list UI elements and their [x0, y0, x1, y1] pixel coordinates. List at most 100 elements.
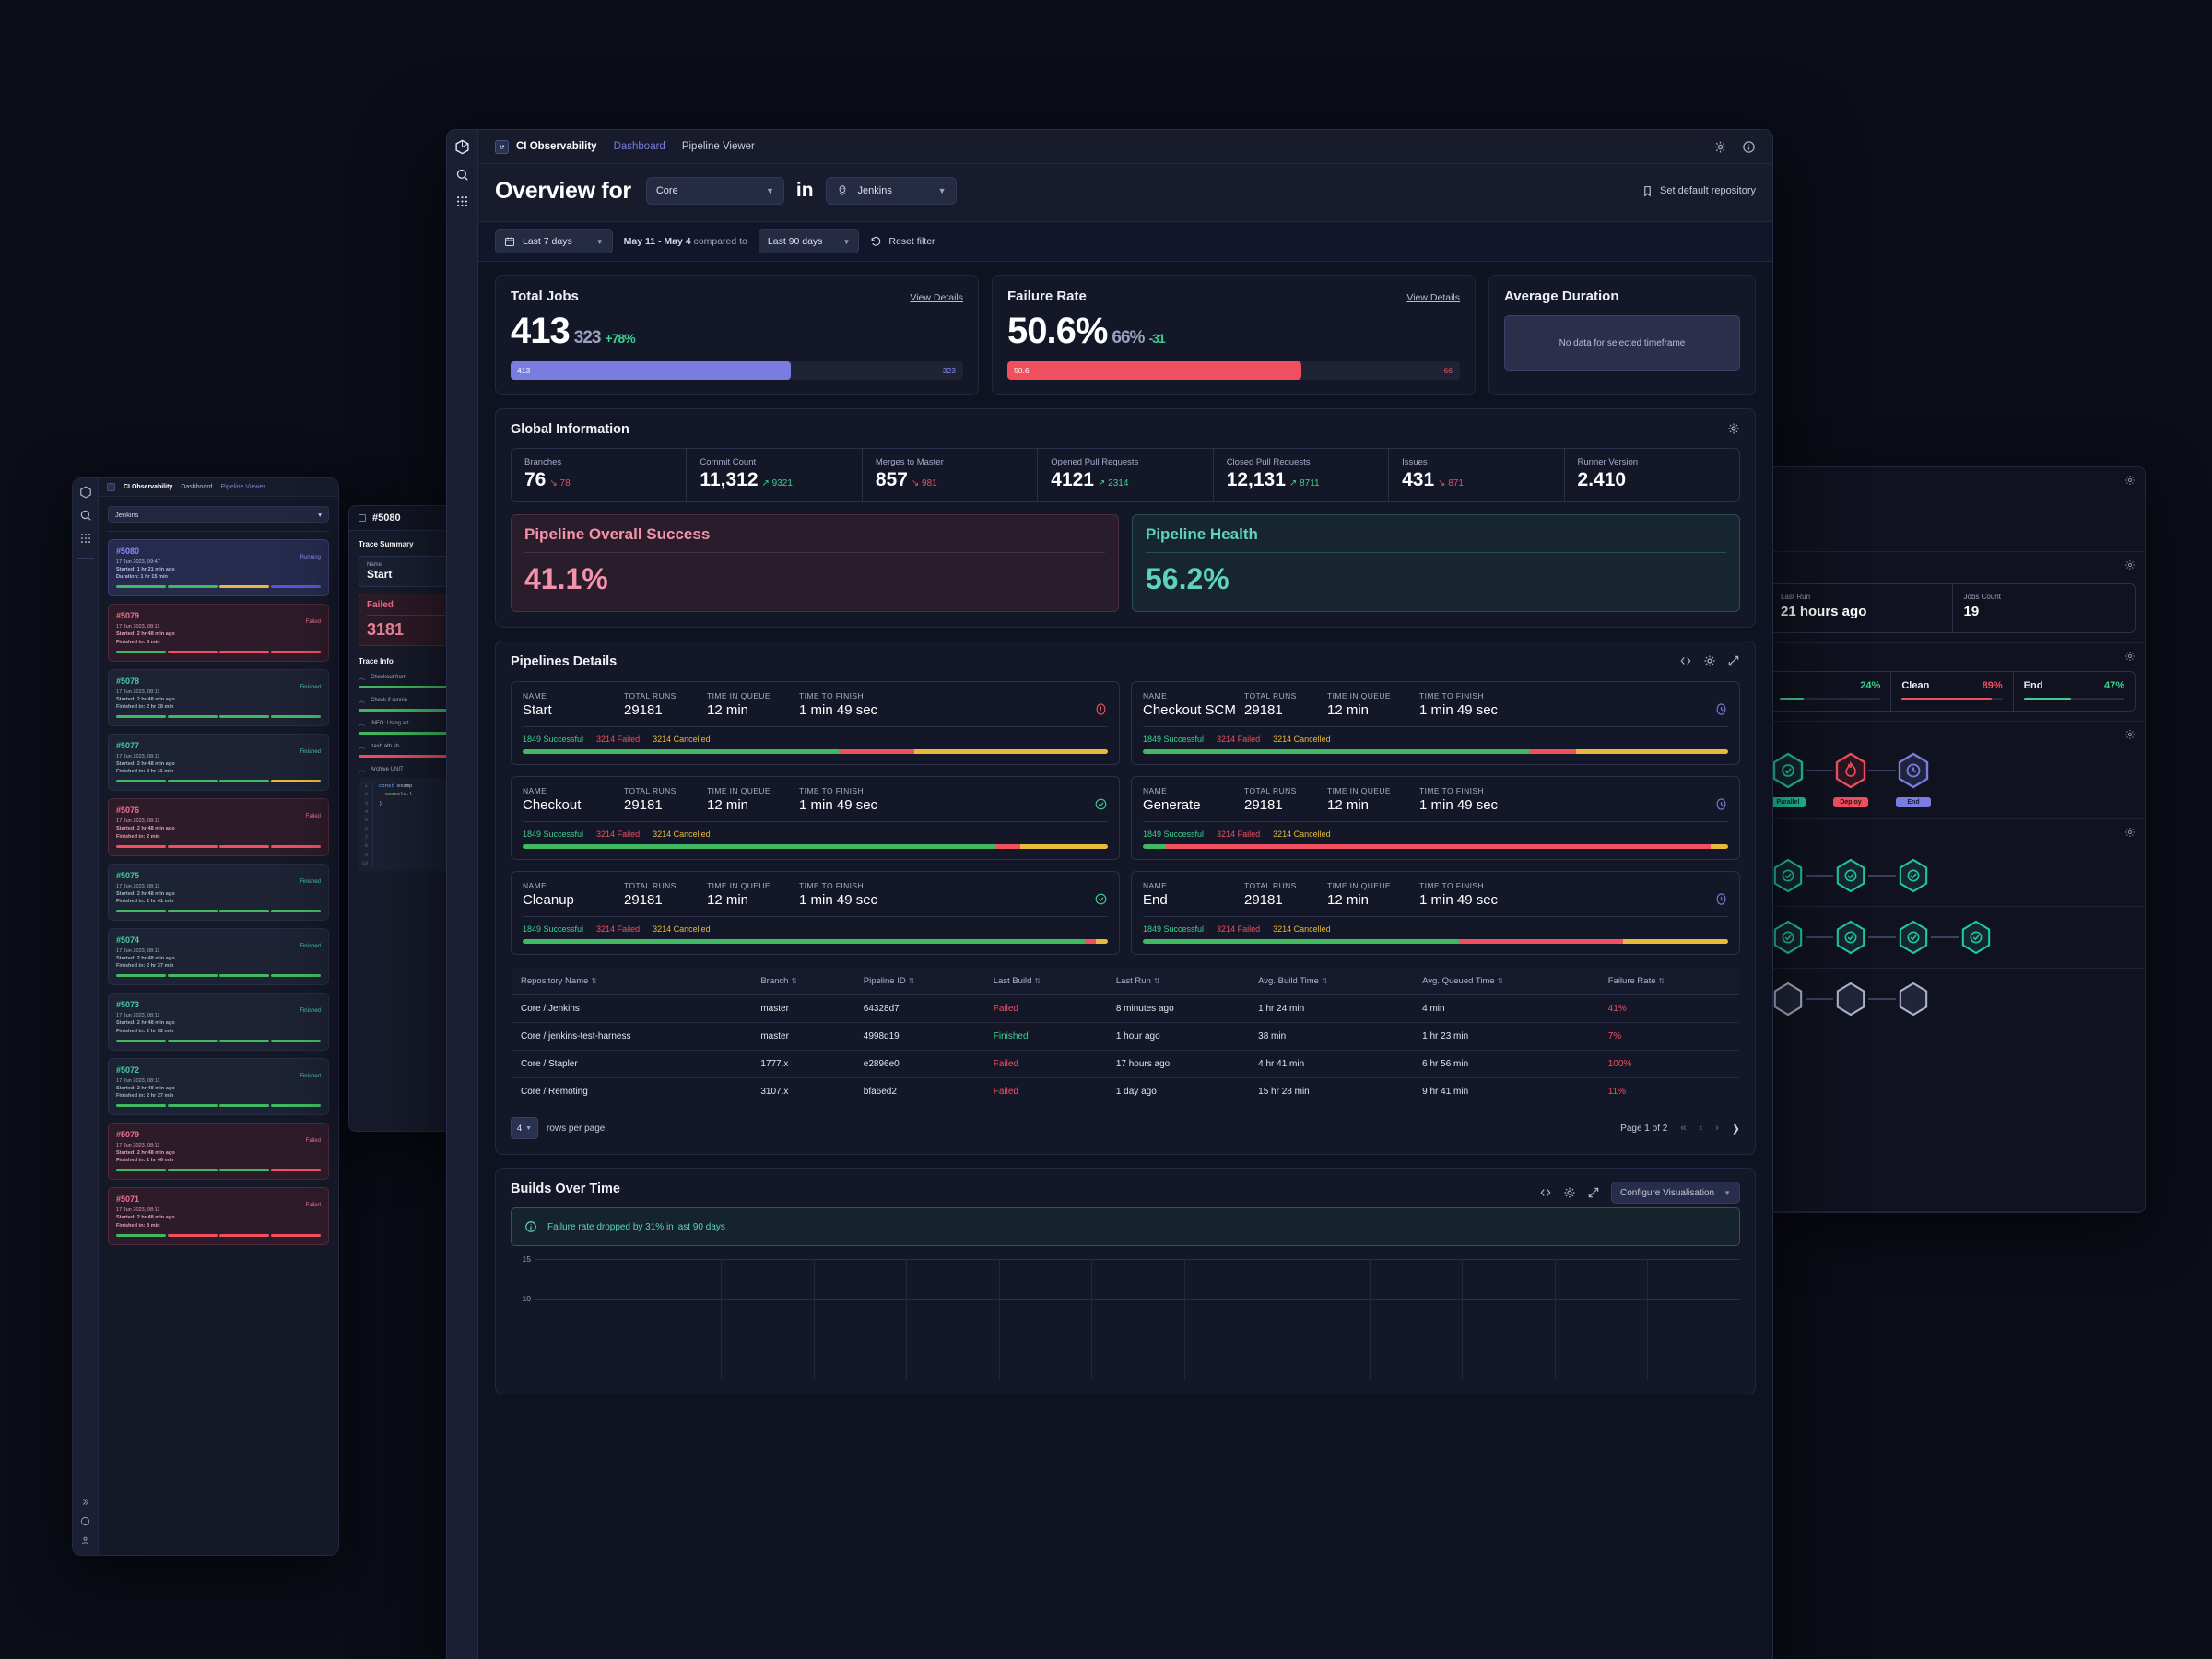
run-card[interactable]: #5075 Finished 17 Jun 2023, 08:11 Started: …	[108, 863, 329, 921]
run-card[interactable]: #5076 Failed 17 Jun 2023, 08:11 Started: 2 …	[108, 798, 329, 856]
graph-node-success-icon[interactable]	[1771, 856, 1806, 895]
gear-icon[interactable]	[2124, 651, 2136, 662]
gear-icon[interactable]	[2124, 475, 2136, 486]
gear-icon[interactable]	[2124, 827, 2136, 838]
run-card[interactable]: #5079 Failed 17 Jun 2023, 08:11 Started: 2 …	[108, 604, 329, 662]
gear-icon[interactable]	[2124, 729, 2136, 740]
compare-range-select[interactable]: Last 90 days ▼	[758, 229, 860, 253]
table-header-cell[interactable]: Last Run ⇅	[1106, 968, 1250, 995]
prev-page-button[interactable]: ‹	[1699, 1123, 1702, 1134]
table-header-cell[interactable]: Avg. Queued Time ⇅	[1413, 968, 1599, 995]
graph-node-pending-icon[interactable]	[1833, 980, 1868, 1018]
project-select[interactable]: Core ▼	[645, 177, 784, 205]
run-card[interactable]: #5073 Finished 17 Jun 2023, 08:11 Started: …	[108, 993, 329, 1051]
gear-icon[interactable]	[1727, 422, 1740, 435]
code-icon[interactable]	[1679, 654, 1692, 667]
account-icon[interactable]	[80, 1535, 90, 1546]
left-nav-pipeline-viewer[interactable]: Pipeline Viewer	[221, 484, 265, 490]
left-nav-dashboard[interactable]: Dashboard	[181, 484, 212, 490]
table-header-cell[interactable]: Avg. Build Time ⇅	[1249, 968, 1414, 995]
right-section-bars: 24% Clean 89% End 47%	[1759, 643, 2145, 722]
table-row[interactable]: Core / Jenkins master 64328d7 Failed 8 minut…	[512, 994, 1739, 1023]
graph-node-success-icon[interactable]	[1896, 856, 1931, 895]
table-row[interactable]: Core / Remoting 3107.x bfa6ed2 Failed 1 day …	[512, 1078, 1739, 1106]
graph-node-pending-icon[interactable]	[1771, 980, 1806, 1018]
app-logo-icon[interactable]	[454, 139, 470, 155]
brand: CI Observability	[495, 139, 597, 154]
graph-node-success-icon[interactable]	[1771, 918, 1806, 957]
table-header-cell[interactable]: Last Build ⇅	[983, 968, 1107, 995]
table-header-cell[interactable]: Pipeline ID ⇅	[853, 968, 984, 995]
collapse-icon[interactable]	[80, 1497, 90, 1507]
right-bar-cell: End 47%	[2014, 672, 2135, 711]
next-page-button[interactable]: ›	[1715, 1123, 1719, 1134]
run-card[interactable]: #5071 Failed 17 Jun 2023, 08:11 Started: 2 …	[108, 1187, 329, 1245]
configure-visualisation-button[interactable]: Configure Visualisation ▼	[1610, 1182, 1740, 1204]
rows-per-page-value: 4	[516, 1123, 523, 1134]
collapse-icon[interactable]	[1587, 1186, 1600, 1199]
table-row[interactable]: Core / Stapler 1777.x e2896e0 Failed 17 hour…	[512, 1050, 1739, 1078]
run-list[interactable]: #5080 Running 17 Jun 2023, 09:47 Started: 1…	[99, 532, 338, 1254]
app-logo-icon[interactable]	[79, 486, 92, 499]
date-range-select[interactable]: Last 7 days ▼	[495, 229, 613, 253]
table-header-cell[interactable]: Repository Name ⇅	[512, 968, 752, 995]
card-divider	[1146, 552, 1726, 553]
graph-node-success-icon[interactable]	[1959, 918, 1994, 957]
graph-node-success-icon[interactable]	[1833, 856, 1868, 895]
trace-run-id: #5080	[372, 512, 401, 524]
run-card[interactable]: #5072 Finished 17 Jun 2023, 08:11 Started: …	[108, 1057, 329, 1115]
nav-pipeline-viewer[interactable]: Pipeline Viewer	[682, 141, 755, 152]
node-deploy-icon[interactable]	[1833, 751, 1868, 790]
run-card[interactable]: #5077 Finished 17 Jun 2023, 08:11 Started: …	[108, 733, 329, 792]
run-id: #5079	[116, 611, 140, 621]
gear-icon[interactable]	[1563, 1186, 1576, 1199]
main-scroll-area[interactable]: Total Jobs View Details 413 323 +78% 413 3…	[478, 262, 1772, 1659]
table-header-cell[interactable]: Branch ⇅	[751, 968, 854, 995]
gear-icon[interactable]	[2124, 559, 2136, 571]
code-line-number: 10	[361, 860, 368, 867]
pipeline-card[interactable]: NAME Generate TOTAL RUNS 29181 TIME IN QUEUE…	[1131, 776, 1740, 860]
node-end-icon[interactable]	[1896, 751, 1931, 790]
pipeline-card[interactable]: NAME Cleanup TOTAL RUNS 29181 TIME IN QUEUE 1…	[511, 871, 1120, 955]
left-provider-select[interactable]: Jenkins ▾	[108, 506, 329, 523]
rows-per-page-label: rows per page	[547, 1123, 606, 1134]
run-card[interactable]: #5080 Running 17 Jun 2023, 09:47 Started: 1…	[108, 539, 329, 597]
node-parallel-icon[interactable]	[1771, 751, 1806, 790]
panel-toggle-icon[interactable]	[359, 514, 366, 522]
run-card[interactable]: #5078 Finished 17 Jun 2023, 08:11 Started: …	[108, 668, 329, 726]
rows-per-page-select[interactable]: 4 ▼	[511, 1117, 538, 1139]
apps-grid-icon[interactable]	[455, 194, 469, 208]
last-page-button[interactable]: ❯	[1732, 1123, 1740, 1135]
pipeline-card[interactable]: NAME Checkout SCM TOTAL RUNS 29181 TIME IN Q…	[1131, 681, 1740, 765]
first-page-button[interactable]: «	[1680, 1123, 1686, 1134]
main-window: CI Observability Dashboard Pipeline View…	[446, 129, 1773, 1659]
info-icon[interactable]	[1742, 140, 1756, 154]
set-default-repository-button[interactable]: Set default repository	[1641, 185, 1756, 197]
graph-node-success-icon[interactable]	[1833, 918, 1868, 957]
table-row[interactable]: Core / jenkins-test-harness master 4998d19…	[512, 1022, 1739, 1051]
search-icon[interactable]	[455, 168, 469, 182]
graph-node-pending-icon[interactable]	[1896, 980, 1931, 1018]
search-icon[interactable]	[79, 509, 92, 522]
apps-grid-icon[interactable]	[79, 532, 92, 545]
global-info-value: 857 ↘ 981	[876, 469, 1024, 491]
provider-select[interactable]: Jenkins ▼	[825, 177, 957, 205]
pipeline-card[interactable]: NAME Start TOTAL RUNS 29181 TIME IN QUEUE 12 …	[511, 681, 1120, 765]
gear-icon[interactable]	[1713, 140, 1727, 154]
graph-node-success-icon[interactable]	[1896, 918, 1931, 957]
code-icon[interactable]	[1539, 1186, 1552, 1199]
pipeline-card-columns: NAME Cleanup TOTAL RUNS 29181 TIME IN QUEUE 1…	[523, 881, 1108, 908]
run-stage-segment	[218, 909, 270, 912]
pipeline-card[interactable]: NAME End TOTAL RUNS 29181 TIME IN QUEUE 12 mi…	[1131, 871, 1740, 955]
reset-filter-button[interactable]: Reset filter	[870, 236, 935, 248]
view-details-link[interactable]: View Details	[1406, 292, 1460, 303]
nav-dashboard[interactable]: Dashboard	[614, 141, 665, 152]
run-card[interactable]: #5079 Failed 17 Jun 2023, 08:11 Started: 2 …	[108, 1122, 329, 1181]
table-header-cell[interactable]: Failure Rate ⇅	[1598, 968, 1739, 995]
help-icon[interactable]	[80, 1516, 90, 1526]
pipeline-card[interactable]: NAME Checkout TOTAL RUNS 29181 TIME IN QUEUE…	[511, 776, 1120, 860]
expand-icon[interactable]	[1727, 654, 1740, 667]
run-card[interactable]: #5074 Finished 17 Jun 2023, 08:11 Started: …	[108, 927, 329, 986]
view-details-link[interactable]: View Details	[910, 292, 963, 303]
gear-icon[interactable]	[1703, 654, 1716, 667]
